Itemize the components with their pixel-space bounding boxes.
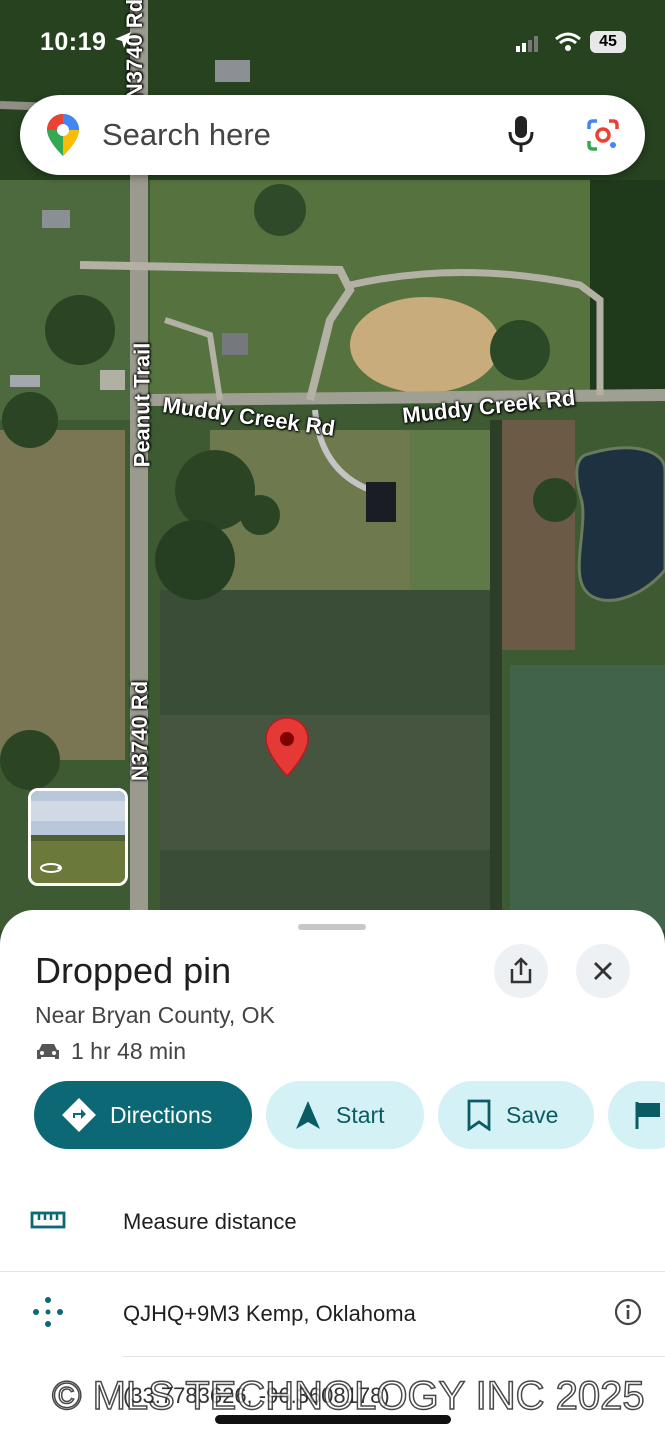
road-label-peanut-trail: Peanut Trail (129, 342, 155, 468)
search-input[interactable]: Search here (102, 117, 271, 153)
status-bar: 10:19 45 (0, 24, 665, 60)
measure-distance-row[interactable]: Measure distance (0, 1178, 665, 1266)
road-label-n3740-bottom: N3740 Rd (127, 680, 153, 782)
close-icon (594, 962, 612, 980)
status-time: 10:19 (40, 28, 107, 56)
start-label: Start (336, 1101, 385, 1128)
close-button[interactable] (576, 944, 630, 998)
directions-button[interactable]: Directions (34, 1081, 252, 1149)
start-button[interactable]: Start (266, 1081, 424, 1149)
bookmark-icon (467, 1099, 491, 1131)
directions-icon (62, 1098, 96, 1132)
place-subtitle: Near Bryan County, OK (35, 1002, 275, 1028)
wifi-icon (554, 32, 582, 57)
save-label: Save (506, 1101, 559, 1128)
place-title: Dropped pin (35, 950, 232, 991)
label-button[interactable] (608, 1081, 665, 1149)
ruler-icon (30, 1209, 66, 1236)
car-icon (37, 1043, 59, 1059)
battery-indicator: 45 (590, 31, 626, 53)
plus-code-row[interactable]: QJHQ+9M3 Kemp, Oklahoma (0, 1270, 665, 1358)
plus-code-text: QJHQ+9M3 Kemp, Oklahoma (123, 1301, 416, 1326)
save-button[interactable]: Save (438, 1081, 594, 1149)
street-view-thumbnail[interactable] (28, 788, 128, 886)
navigation-arrow-icon (296, 1101, 320, 1129)
action-buttons: Directions Start Save (34, 1081, 665, 1149)
info-icon[interactable] (614, 1298, 642, 1331)
sheet-drag-handle[interactable] (298, 924, 366, 930)
search-bar[interactable]: Search here (20, 95, 645, 175)
google-maps-logo-icon (46, 113, 80, 162)
place-bottom-sheet[interactable]: Dropped pin Near Bryan County, OK 1 hr 4… (0, 910, 665, 1440)
microphone-icon[interactable] (508, 115, 534, 158)
share-button[interactable] (494, 944, 548, 998)
cellular-signal-icon (516, 36, 542, 57)
plus-code-icon (30, 1294, 66, 1335)
watermark: © MLS TECHNOLOGY INC 2025 (51, 1373, 645, 1419)
google-lens-icon[interactable] (585, 117, 621, 158)
drive-time-text: 1 hr 48 min (71, 1038, 187, 1064)
measure-distance-label: Measure distance (123, 1209, 297, 1234)
flag-icon (635, 1102, 660, 1129)
drive-time: 1 hr 48 min (35, 1038, 186, 1065)
directions-label: Directions (110, 1101, 213, 1128)
location-arrow-icon (113, 30, 133, 55)
home-indicator[interactable] (215, 1415, 451, 1424)
share-icon (510, 957, 532, 984)
